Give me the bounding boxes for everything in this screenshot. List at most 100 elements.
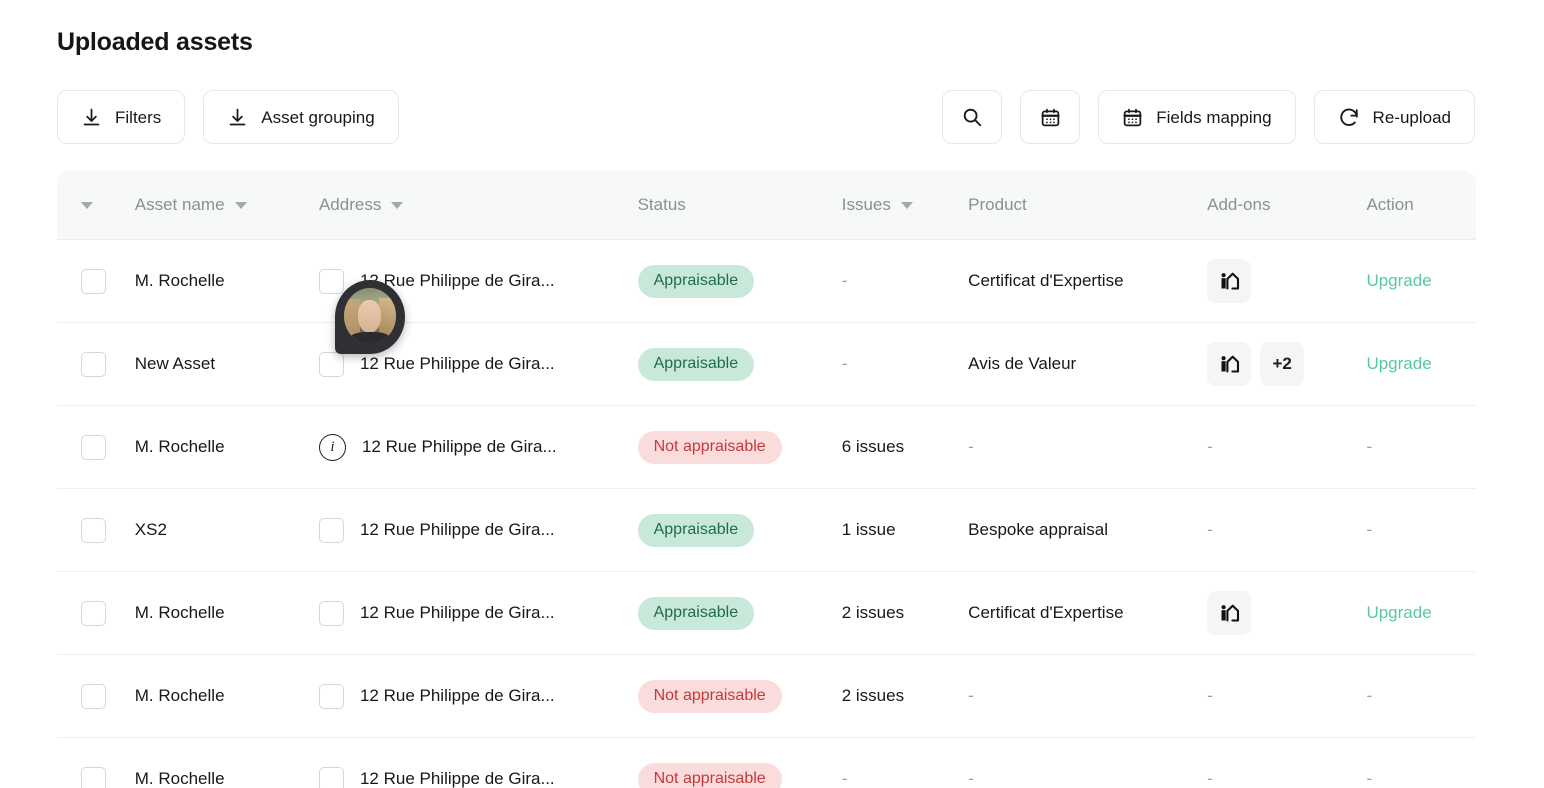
sort-caret-down-icon[interactable] <box>234 201 247 209</box>
table-row[interactable]: M. Rochelle 12 Rue Philippe de Gira... App… <box>57 572 1476 655</box>
action-cell: - <box>1366 769 1373 788</box>
re-upload-button[interactable]: Re-upload <box>1313 90 1475 144</box>
upgrade-link[interactable]: Upgrade <box>1366 354 1431 374</box>
address-cell: 12 Rue Philippe de Gira... <box>318 683 638 709</box>
column-header-asset-name[interactable]: Asset name <box>135 195 319 215</box>
column-header-label: Asset name <box>134 195 225 214</box>
asset-grouping-button[interactable]: Asset grouping <box>203 90 399 144</box>
table-row[interactable]: M. Rochelle 12 Rue Philippe de Gira... Not… <box>57 738 1476 788</box>
sort-caret-down-icon[interactable] <box>391 201 404 209</box>
status-badge: Appraisable <box>637 596 755 630</box>
table-row[interactable]: New Asset 12 Rue Philippe de Gira... Appra… <box>57 323 1476 406</box>
issues-cell: - <box>841 769 848 788</box>
address-text: 12 Rue Philippe de Gira... <box>359 686 555 705</box>
address-cell: 12 Rue Philippe de Gira... <box>318 766 638 788</box>
asset-name-cell: M. Rochelle <box>134 271 225 290</box>
row-select-cell <box>57 517 135 543</box>
row-select-checkbox[interactable] <box>81 351 106 377</box>
address-text: 12 Rue Philippe de Gira... <box>361 437 557 456</box>
assets-table: Asset name Address Status Issues Product Add-… <box>57 171 1476 788</box>
address-cell: 12 Rue Philippe de Gira... <box>318 517 638 543</box>
row-select-checkbox[interactable] <box>81 600 106 626</box>
status-badge: Not appraisable <box>637 762 782 788</box>
status-cell: Appraisable <box>637 596 842 630</box>
table-body: M. Rochelle 12 Rue Philippe de Gira... App… <box>57 240 1476 788</box>
action-cell: - <box>1366 686 1373 705</box>
sort-caret-down-icon[interactable] <box>81 201 93 209</box>
table-row[interactable]: XS2 12 Rue Philippe de Gira... Appraisable… <box>57 489 1476 572</box>
house-person-icon[interactable] <box>1207 259 1252 303</box>
house-person-icon[interactable] <box>1207 342 1252 386</box>
addons-overflow-badge[interactable]: +2 <box>1260 342 1305 386</box>
address-text: 12 Rue Philippe de Gira... <box>359 520 555 539</box>
column-header-select[interactable] <box>57 201 135 209</box>
calendar-icon <box>1122 107 1143 128</box>
filters-button-label: Filters <box>115 107 162 127</box>
row-select-cell <box>57 351 135 377</box>
row-select-checkbox[interactable] <box>81 517 106 543</box>
asset-name-cell: M. Rochelle <box>134 769 225 788</box>
action-cell: Upgrade <box>1366 354 1476 374</box>
product-cell: - <box>968 686 974 705</box>
issues-cell: - <box>841 271 848 290</box>
addons-cell: - <box>1207 686 1213 705</box>
address-checkbox[interactable] <box>318 766 344 788</box>
toolbar-left-group: Filters Asset grouping <box>57 90 399 144</box>
column-header-address[interactable]: Address <box>319 195 638 215</box>
address-text: 12 Rue Philippe de Gira... <box>359 271 555 290</box>
addons-cell: - <box>1207 437 1213 456</box>
table-row[interactable]: M. Rochelle 12 Rue Philippe de Gira... App… <box>57 240 1476 323</box>
upgrade-link[interactable]: Upgrade <box>1366 271 1431 291</box>
column-header-product: Product <box>968 195 1207 215</box>
issues-cell: 1 issue <box>841 520 896 539</box>
addons-list <box>1207 259 1252 303</box>
row-select-checkbox[interactable] <box>81 766 106 788</box>
row-select-checkbox[interactable] <box>81 683 106 709</box>
address-checkbox[interactable] <box>318 517 344 543</box>
column-header-label: Action <box>1366 195 1414 214</box>
column-header-label: Issues <box>841 195 891 214</box>
addons-cell: - <box>1207 520 1213 539</box>
row-select-cell <box>57 766 135 788</box>
row-select-checkbox[interactable] <box>81 434 106 460</box>
info-icon[interactable]: i <box>318 433 346 461</box>
action-cell: Upgrade <box>1366 603 1476 623</box>
column-header-label: Address <box>318 195 382 214</box>
status-cell: Appraisable <box>637 264 842 298</box>
address-checkbox[interactable] <box>318 351 344 377</box>
search-button[interactable] <box>942 90 1003 144</box>
upgrade-link[interactable]: Upgrade <box>1366 603 1431 623</box>
status-badge: Appraisable <box>637 347 755 381</box>
toolbar-right-group: Fields mapping Re-upload <box>942 90 1475 144</box>
action-cell: - <box>1366 437 1373 456</box>
product-cell: - <box>968 437 974 456</box>
issues-cell: - <box>841 354 848 373</box>
column-header-issues[interactable]: Issues <box>842 195 968 215</box>
addons-cell <box>1207 591 1366 635</box>
house-person-icon[interactable] <box>1207 591 1252 635</box>
address-checkbox[interactable] <box>318 600 344 626</box>
toolbar: Filters Asset grouping Fields mapping Re-u… <box>57 90 1477 144</box>
address-checkbox[interactable] <box>318 268 344 294</box>
issues-cell: 6 issues <box>841 437 905 456</box>
status-cell: Not appraisable <box>637 762 842 788</box>
sort-caret-down-icon[interactable] <box>900 201 913 209</box>
fields-mapping-button[interactable]: Fields mapping <box>1098 90 1296 144</box>
address-checkbox[interactable] <box>318 683 344 709</box>
status-cell: Appraisable <box>637 347 842 381</box>
asset-name-cell: New Asset <box>134 354 216 373</box>
address-text: 12 Rue Philippe de Gira... <box>359 354 555 373</box>
status-cell: Appraisable <box>637 513 842 547</box>
filters-button[interactable]: Filters <box>57 90 186 144</box>
row-select-cell <box>57 434 135 460</box>
asset-name-cell: M. Rochelle <box>134 686 225 705</box>
asset-name-cell: M. Rochelle <box>134 437 225 456</box>
fields-mapping-button-label: Fields mapping <box>1156 107 1272 127</box>
asset-name-cell: XS2 <box>134 520 167 539</box>
row-select-checkbox[interactable] <box>81 268 106 294</box>
refresh-icon <box>1338 106 1360 128</box>
table-row[interactable]: M. Rochelle i 12 Rue Philippe de Gira... No… <box>57 406 1476 489</box>
calendar-button[interactable] <box>1020 90 1081 144</box>
table-row[interactable]: M. Rochelle 12 Rue Philippe de Gira... Not… <box>57 655 1476 738</box>
status-badge: Not appraisable <box>637 679 782 713</box>
